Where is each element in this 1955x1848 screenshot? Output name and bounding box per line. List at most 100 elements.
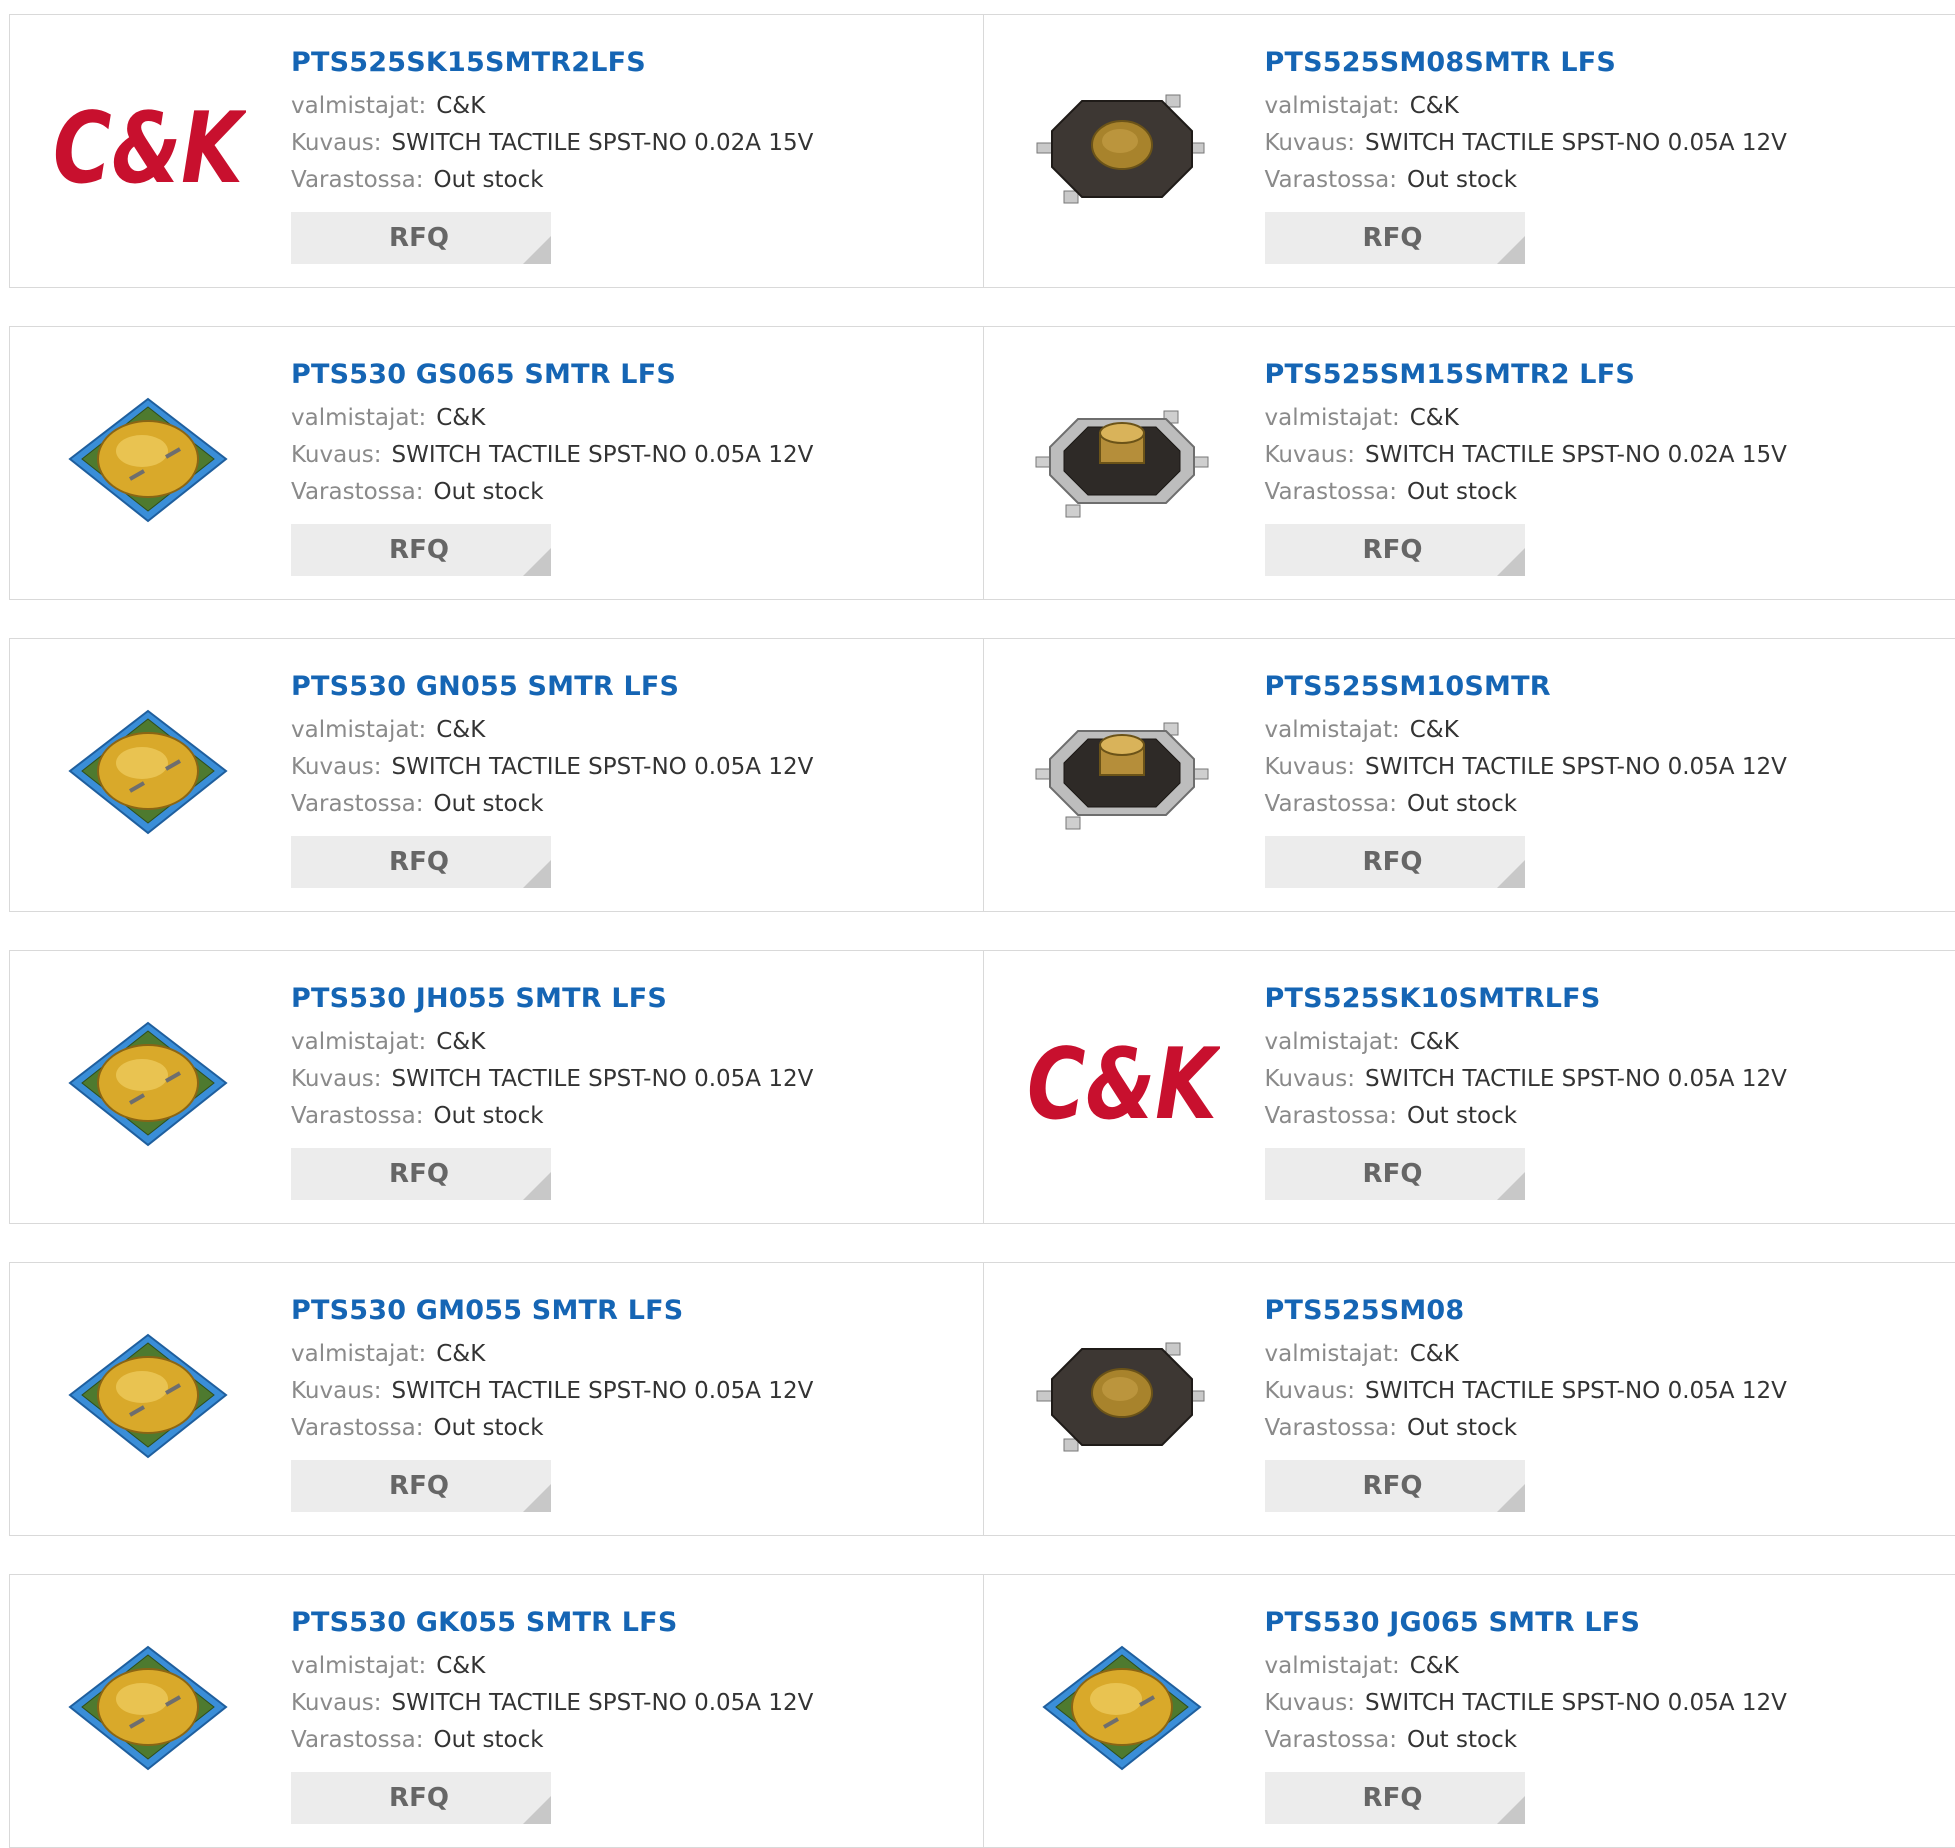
product-image[interactable] — [1022, 1297, 1222, 1497]
product-card: PTS530 GS065 SMTR LFS valmistajat:C&K Ku… — [10, 327, 983, 599]
description-label: Kuvaus: — [1265, 1690, 1356, 1716]
product-card: PTS525SM08 valmistajat:C&K Kuvaus:SWITCH… — [983, 1263, 1955, 1535]
product-image[interactable] — [1022, 361, 1222, 561]
product-image[interactable] — [48, 985, 248, 1185]
stock-row: Varastossa:Out stock — [1265, 1098, 1787, 1135]
product-row: PTS530 GS065 SMTR LFS valmistajat:C&K Ku… — [9, 326, 1955, 600]
description-value: SWITCH TACTILE SPST-NO 0.02A 15V — [392, 130, 814, 156]
corner-triangle-icon — [1497, 548, 1525, 576]
manufacturer-value: C&K — [1410, 717, 1459, 743]
rfq-button[interactable]: RFQ — [1265, 1772, 1525, 1824]
product-title-link[interactable]: PTS525SM08 — [1265, 1293, 1787, 1329]
manufacturer-label: valmistajat: — [291, 405, 426, 431]
rfq-button[interactable]: RFQ — [1265, 1148, 1525, 1200]
corner-triangle-icon — [523, 1796, 551, 1824]
description-value: SWITCH TACTILE SPST-NO 0.05A 12V — [392, 1066, 814, 1092]
stock-row: Varastossa:Out stock — [291, 1098, 813, 1135]
stock-label: Varastossa: — [291, 1103, 423, 1129]
corner-triangle-icon — [1497, 1796, 1525, 1824]
description-row: Kuvaus:SWITCH TACTILE SPST-NO 0.05A 12V — [1265, 1373, 1787, 1410]
product-row: PTS530 GM055 SMTR LFS valmistajat:C&K Ku… — [9, 1262, 1955, 1536]
product-row: PTS530 JH055 SMTR LFS valmistajat: C&K Ku… — [9, 950, 1955, 1224]
product-title-link[interactable]: PTS525SK10SMTRLFS — [1265, 981, 1787, 1017]
description-value: SWITCH TACTILE SPST-NO 0.05A 12V — [392, 1378, 814, 1404]
manufacturer-value: C&K — [436, 1653, 485, 1679]
stock-row: Varastossa:Out stock — [1265, 1410, 1787, 1447]
rfq-label: RFQ — [1363, 847, 1423, 877]
stock-row: Varastossa:Out stock — [1265, 786, 1787, 823]
stock-row: Varastossa:Out stock — [291, 162, 813, 199]
rfq-label: RFQ — [1363, 535, 1423, 565]
description-label: Kuvaus: — [291, 130, 382, 156]
description-row: Kuvaus:SWITCH TACTILE SPST-NO 0.05A 12V — [1265, 125, 1787, 162]
corner-triangle-icon — [523, 236, 551, 264]
stock-row: Varastossa:Out stock — [291, 1410, 813, 1447]
product-image[interactable] — [1022, 1609, 1222, 1809]
manufacturer-row: valmistajat:C&K — [1265, 1648, 1787, 1685]
product-title-link[interactable]: PTS530 JH055 SMTR LFS — [291, 981, 813, 1017]
description-label: Kuvaus: — [291, 754, 382, 780]
product-image[interactable]: C&K — [48, 49, 248, 249]
product-card: PTS530 GN055 SMTR LFS valmistajat:C&K Ku… — [10, 639, 983, 911]
product-title-link[interactable]: PTS525SM15SMTR2 LFS — [1265, 357, 1787, 393]
product-card: PTS530 GK055 SMTR LFS valmistajat:C&K Ku… — [10, 1575, 983, 1847]
product-title-link[interactable]: PTS530 GN055 SMTR LFS — [291, 669, 813, 705]
product-image[interactable] — [48, 1297, 248, 1497]
product-image[interactable] — [1022, 673, 1222, 873]
product-title-link[interactable]: PTS525SK15SMTR2LFS — [291, 45, 813, 81]
product-card: PTS525SM10SMTR valmistajat:C&K Kuvaus:SW… — [983, 639, 1955, 911]
product-image[interactable] — [48, 1609, 248, 1809]
product-card: PTS530 GM055 SMTR LFS valmistajat:C&K Ku… — [10, 1263, 983, 1535]
rfq-button[interactable]: RFQ — [291, 212, 551, 264]
corner-triangle-icon — [523, 1172, 551, 1200]
tactile-switch-blue-icon — [48, 1609, 248, 1809]
product-title-link[interactable]: PTS530 GS065 SMTR LFS — [291, 357, 813, 393]
rfq-button[interactable]: RFQ — [1265, 212, 1525, 264]
stock-label: Varastossa: — [291, 1415, 423, 1441]
rfq-button[interactable]: RFQ — [1265, 836, 1525, 888]
rfq-button[interactable]: RFQ — [1265, 524, 1525, 576]
description-label: Kuvaus: — [1265, 754, 1356, 780]
manufacturer-label: valmistajat: — [1265, 717, 1400, 743]
rfq-label: RFQ — [1363, 1159, 1423, 1189]
rfq-button[interactable]: RFQ — [291, 524, 551, 576]
rfq-button[interactable]: RFQ — [291, 1148, 551, 1200]
rfq-button[interactable]: RFQ — [291, 836, 551, 888]
stock-label: Varastossa: — [291, 479, 423, 505]
stock-row: Varastossa:Out stock — [291, 474, 813, 511]
product-title-link[interactable]: PTS530 GM055 SMTR LFS — [291, 1293, 813, 1329]
stock-label: Varastossa: — [291, 791, 423, 817]
manufacturer-value: C&K — [1410, 1341, 1459, 1367]
description-label: Kuvaus: — [291, 1066, 382, 1092]
manufacturer-row: valmistajat:C&K — [1265, 88, 1787, 125]
stock-value: Out stock — [1407, 479, 1517, 505]
rfq-button[interactable]: RFQ — [1265, 1460, 1525, 1512]
rfq-button[interactable]: RFQ — [291, 1772, 551, 1824]
product-image[interactable] — [1022, 49, 1222, 249]
description-value: SWITCH TACTILE SPST-NO 0.02A 15V — [1365, 442, 1787, 468]
stock-row: Varastossa:Out stock — [291, 1722, 813, 1759]
manufacturer-row: valmistajat:C&K — [1265, 400, 1787, 437]
product-image[interactable]: C&K — [1022, 985, 1222, 1185]
description-row: Kuvaus:SWITCH TACTILE SPST-NO 0.02A 15V — [1265, 437, 1787, 474]
product-title-link[interactable]: PTS530 JG065 SMTR LFS — [1265, 1605, 1787, 1641]
manufacturer-row: valmistajat:C&K — [291, 712, 813, 749]
stock-label: Varastossa: — [1265, 167, 1397, 193]
rfq-label: RFQ — [1363, 1783, 1423, 1813]
manufacturer-value: C&K — [436, 93, 485, 119]
manufacturer-label: valmistajat: — [1265, 1029, 1400, 1055]
description-value: SWITCH TACTILE SPST-NO 0.05A 12V — [392, 442, 814, 468]
product-title-link[interactable]: PTS525SM10SMTR — [1265, 669, 1787, 705]
manufacturer-row: valmistajat:C&K — [291, 1336, 813, 1373]
product-image[interactable] — [48, 673, 248, 873]
stock-label: Varastossa: — [1265, 479, 1397, 505]
manufacturer-value: C&K — [436, 717, 485, 743]
rfq-button[interactable]: RFQ — [291, 1460, 551, 1512]
product-title-link[interactable]: PTS525SM08SMTR LFS — [1265, 45, 1787, 81]
rfq-label: RFQ — [389, 1471, 449, 1501]
corner-triangle-icon — [523, 548, 551, 576]
product-image[interactable] — [48, 361, 248, 561]
product-title-link[interactable]: PTS530 GK055 SMTR LFS — [291, 1605, 813, 1641]
manufacturer-row: valmistajat:C&K — [291, 400, 813, 437]
manufacturer-value: C&K — [436, 1029, 485, 1055]
